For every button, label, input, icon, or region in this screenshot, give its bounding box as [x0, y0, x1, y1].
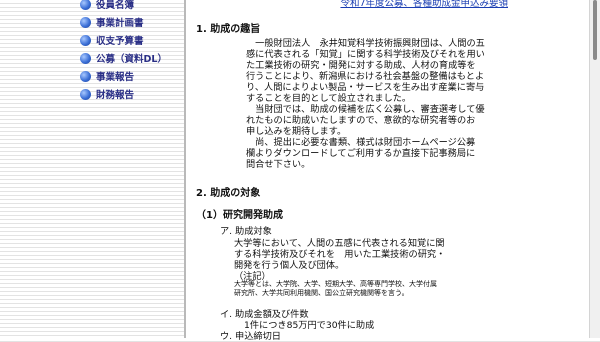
bullet-icon [80, 88, 91, 100]
nav-item-1[interactable]: 役員名簿 [80, 0, 184, 13]
section-2-heading: 2. 助成の対象 [196, 188, 261, 199]
target-body: 大学等において、人間の五感に代表される知覚に関 する科学技術及びそれを 用いた工… [234, 238, 446, 271]
deadline-title: ウ. 申込締切日 [220, 331, 281, 342]
target-note: 大学等とは、大学院、大学、短期大学、高等専門学校、大学付属 研究所、大学共同利用… [234, 280, 437, 297]
scroll-thumb[interactable] [593, 0, 597, 60]
nav-item-2[interactable]: 事業計画書 [80, 13, 184, 31]
nav-item-label: 公募（資料DL） [96, 54, 167, 65]
amount-body: 1件につき85万円で30件に助成 [244, 320, 375, 331]
nav-item-label: 事業計画書 [96, 18, 144, 29]
nav-item-label: 財務報告 [96, 90, 135, 101]
main-content: 令和7年度公募、各種助成金申込み要領 1. 助成の趣旨 一般財団法人 永井知覚科… [186, 0, 590, 342]
section-1-heading: 1. 助成の趣旨 [196, 24, 261, 35]
bullet-icon [80, 34, 91, 46]
vertical-scrollbar[interactable] [589, 0, 600, 338]
nav-item-label: 事業報告 [96, 72, 135, 83]
research-grant-heading: （1）研究開発助成 [196, 210, 283, 221]
nav-item-label: 役員名簿 [96, 0, 135, 11]
nav-item-4[interactable]: 公募（資料DL） [80, 49, 184, 67]
nav-item-5[interactable]: 事業報告 [80, 67, 184, 85]
nav-item-3[interactable]: 収支予算書 [80, 31, 184, 49]
application-guidelines-link[interactable]: 令和7年度公募、各種助成金申込み要領 [340, 0, 508, 9]
amount-title: イ. 助成金額及び件数 [220, 309, 309, 320]
nav-list: 役員名簿事業計画書収支予算書公募（資料DL） 事業報告財務報告 [80, 0, 184, 103]
left-navigation: 役員名簿事業計画書収支予算書公募（資料DL） 事業報告財務報告 [80, 0, 184, 103]
bullet-icon [80, 52, 91, 64]
bullet-icon [80, 16, 91, 28]
bullet-icon [80, 70, 91, 82]
target-title: ア. 助成対象 [220, 226, 272, 237]
nav-item-6[interactable]: 財務報告 [80, 85, 184, 103]
nav-item-label: 収支予算書 [96, 36, 144, 47]
section-1-paragraph: 一般財団法人 永井知覚科学技術振興財団は、人間の五 感に代表される「知覚」に関す… [246, 38, 485, 170]
bullet-icon [80, 0, 91, 10]
